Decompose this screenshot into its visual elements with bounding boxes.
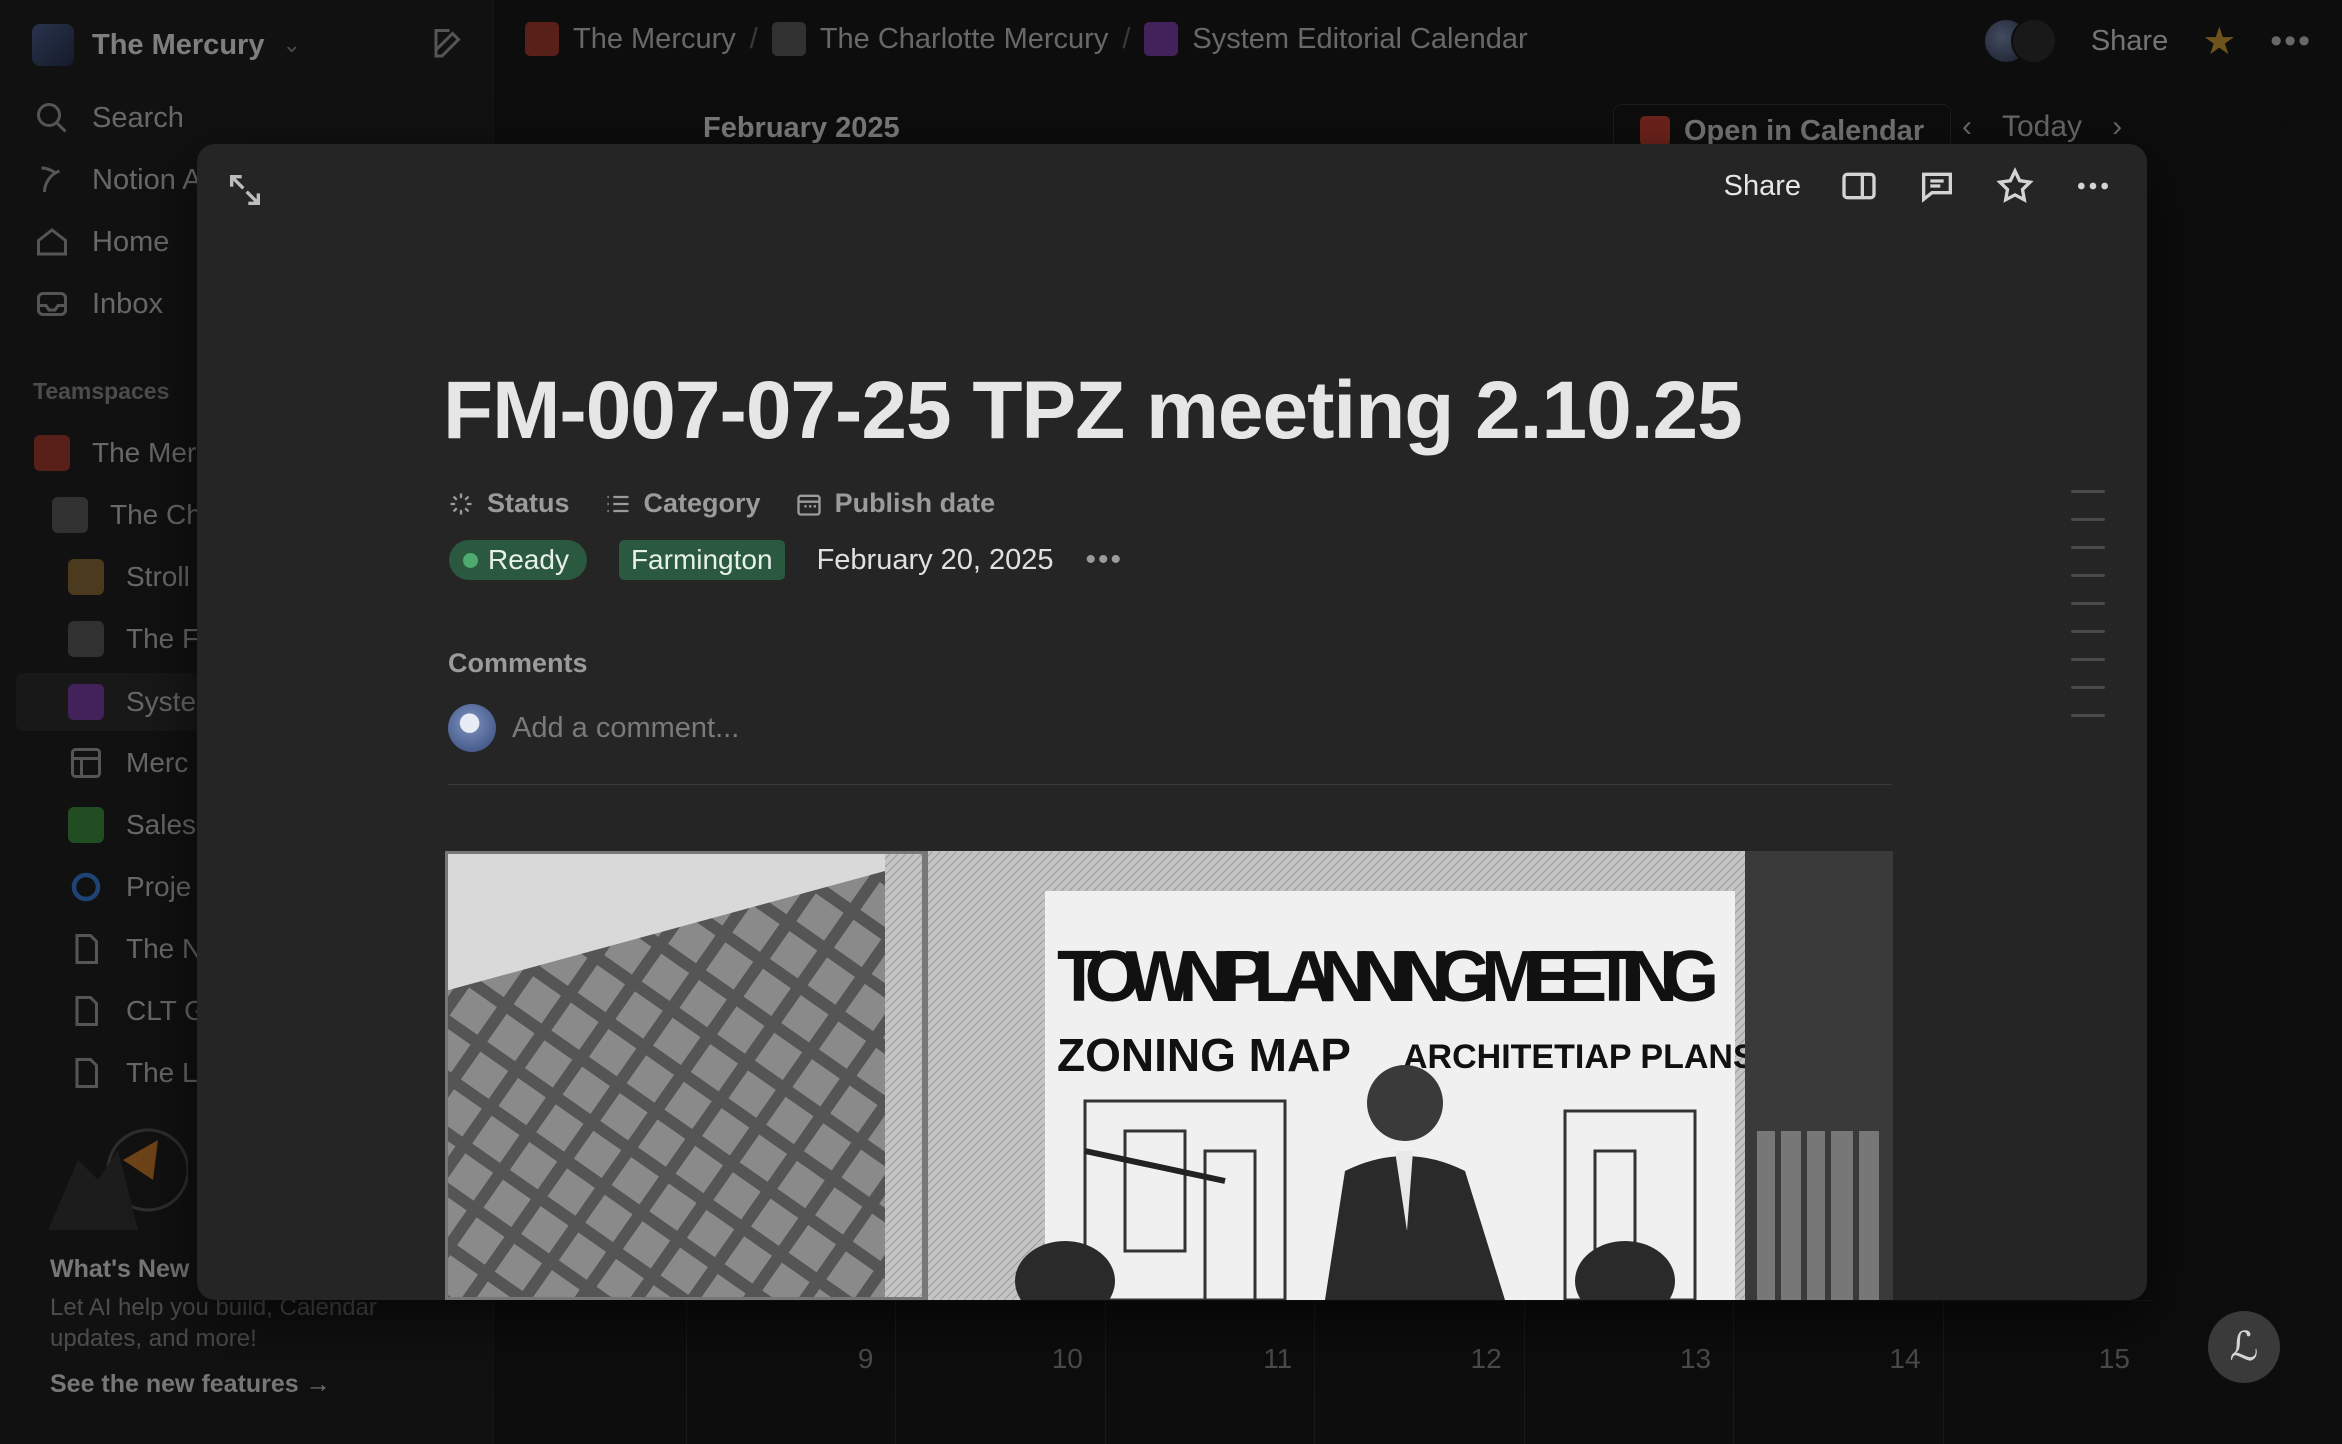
divider <box>448 784 1892 785</box>
help-button[interactable]: ℒ <box>2208 1311 2280 1383</box>
category-tag[interactable]: Farmington <box>618 540 785 580</box>
town-planning-illustration: TOWN PLANNING MEETING ZONING MAP ARCHITE… <box>445 851 1893 1300</box>
comment-input[interactable]: Add a comment... <box>512 712 739 745</box>
more-properties-icon[interactable]: ••• <box>1086 543 1124 577</box>
property-label: Category <box>643 488 761 518</box>
poster-zoning-map: ZONING MAP <box>1057 1029 1351 1081</box>
side-peek-icon[interactable] <box>1839 166 1879 206</box>
poster-headline: TOWN PLANNING MEETING <box>1057 937 1719 1017</box>
page-peek-modal: Share FM-007-07-25 TPZ meeting 2.10.25 S… <box>197 144 2147 1300</box>
modal-actions: Share <box>1724 166 2113 206</box>
status-value: Ready <box>488 544 569 575</box>
status-icon <box>450 493 472 514</box>
app-window: The Mercury ⌄ Search Notion A Home Inbox… <box>0 0 2342 1444</box>
publish-date-property-label[interactable]: Publish date <box>795 488 996 519</box>
cover-image[interactable]: TOWN PLANNING MEETING ZONING MAP ARCHITE… <box>445 851 1893 1300</box>
status-dot-icon <box>463 552 478 568</box>
table-of-contents-outline[interactable] <box>2071 490 2105 742</box>
property-label: Publish date <box>834 488 996 518</box>
property-values: Ready Farmington February 20, 2025 ••• <box>449 540 1123 580</box>
property-label: Status <box>487 488 570 518</box>
status-badge[interactable]: Ready <box>449 540 587 580</box>
share-button[interactable]: Share <box>1724 170 1801 203</box>
notion-ai-icon: ℒ <box>2229 1324 2259 1370</box>
page-title[interactable]: FM-007-07-25 TPZ meeting 2.10.25 <box>443 364 1743 458</box>
publish-date-value[interactable]: February 20, 2025 <box>817 544 1054 577</box>
status-property-label[interactable]: Status <box>447 488 570 519</box>
more-options-icon[interactable] <box>2073 166 2113 206</box>
comments-header: Comments <box>448 648 588 678</box>
star-icon[interactable] <box>1995 166 2035 206</box>
list-icon <box>607 495 629 512</box>
avatar <box>448 704 496 752</box>
poster-architectural-plans: ARCHITEТIAP PLANS <box>1403 1038 1756 1076</box>
category-property-label[interactable]: Category <box>604 488 761 519</box>
property-labels: Status Category Publish date <box>447 488 995 519</box>
expand-icon[interactable] <box>225 170 265 210</box>
comment-composer[interactable]: Add a comment... <box>448 704 739 752</box>
calendar-icon <box>796 494 821 516</box>
comment-icon[interactable] <box>1917 166 1957 206</box>
